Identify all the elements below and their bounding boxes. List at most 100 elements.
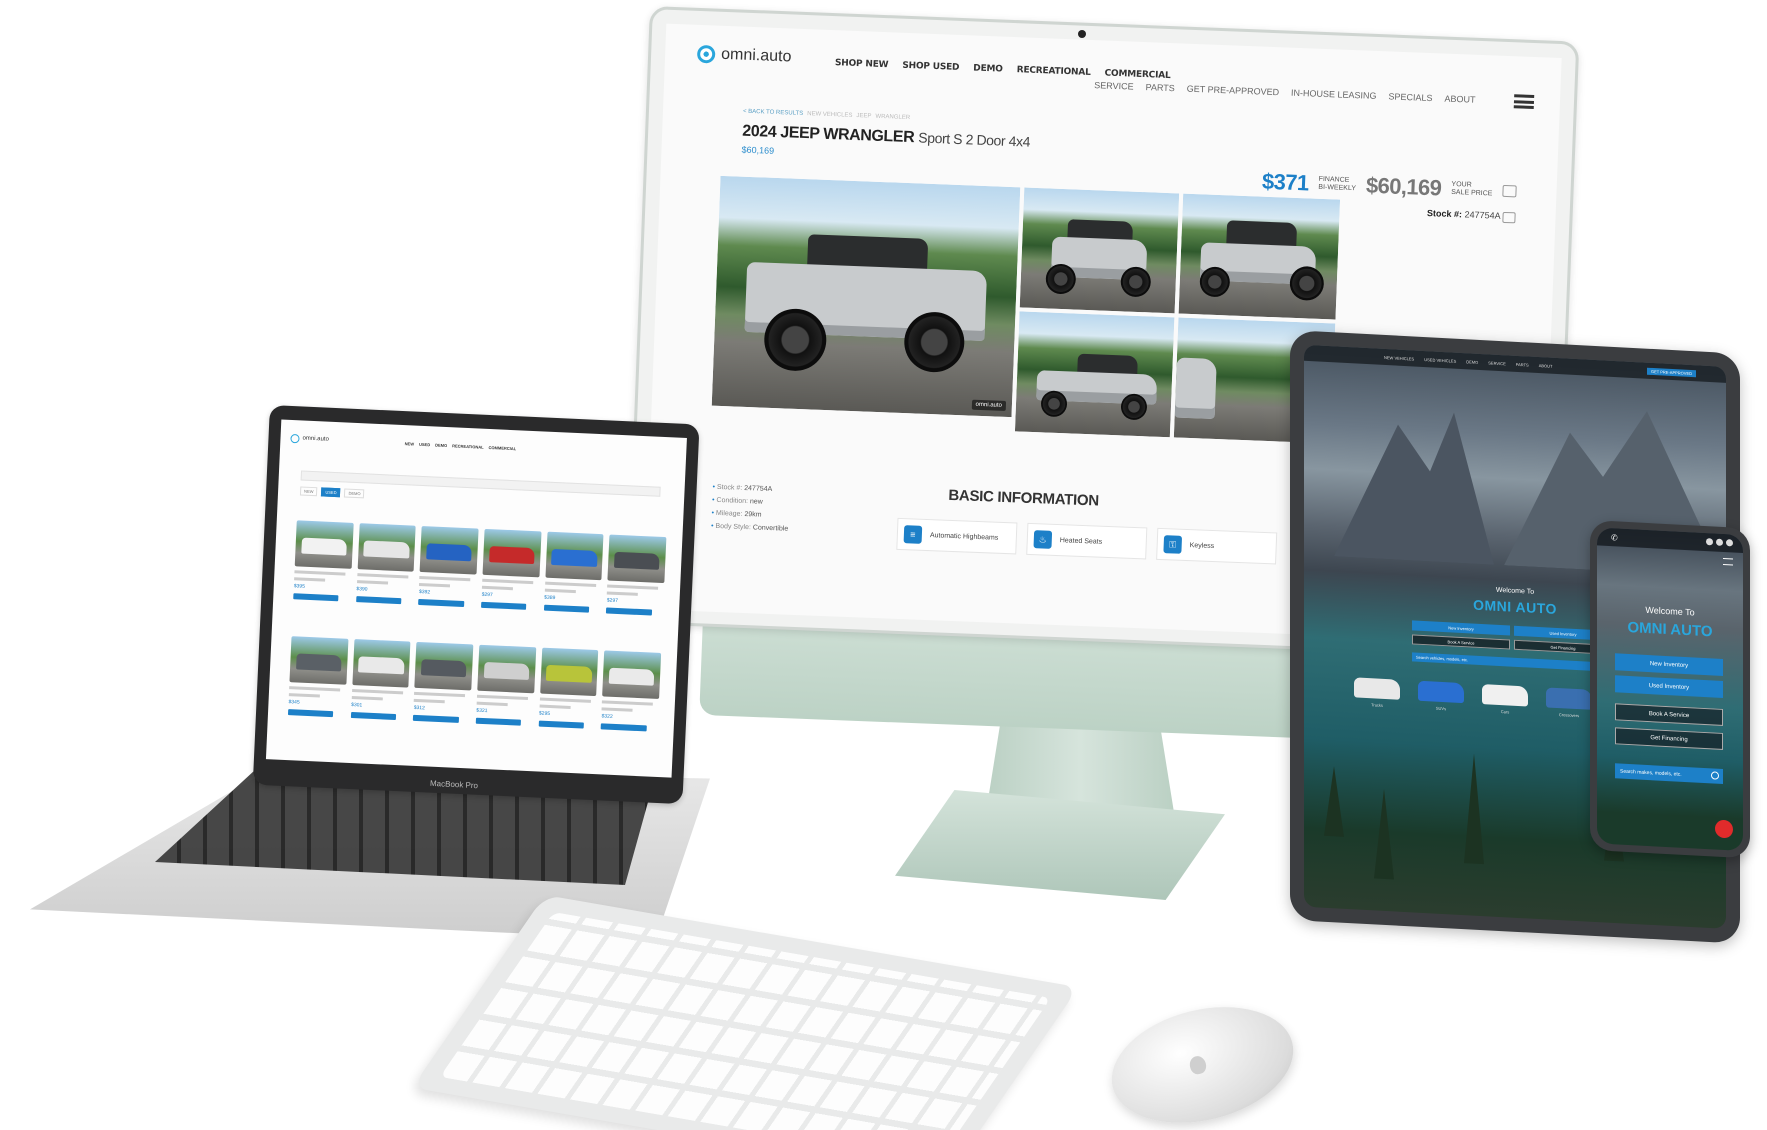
social-icon[interactable] xyxy=(1726,539,1733,547)
laptop-nav-demo[interactable]: DEMO xyxy=(435,442,447,448)
site-logo[interactable]: omni.auto xyxy=(696,44,792,67)
inventory-card-photo[interactable] xyxy=(419,526,479,575)
card-view-button[interactable] xyxy=(418,598,464,607)
card-view-button[interactable] xyxy=(350,711,397,721)
card-view-button[interactable] xyxy=(606,607,652,616)
inventory-card-photo[interactable] xyxy=(602,650,662,699)
tablet-search-input[interactable]: Search vehicles, models, etc. xyxy=(1412,652,1612,672)
inventory-card-photo[interactable] xyxy=(294,520,354,569)
card-view-button[interactable] xyxy=(287,709,334,718)
inventory-card-photo[interactable] xyxy=(352,639,411,688)
vehicle-type-crossovers[interactable]: Crossovers xyxy=(1546,687,1592,718)
nav-service[interactable]: SERVICE xyxy=(1094,80,1134,92)
nav-about[interactable]: ABOUT xyxy=(1444,94,1475,105)
inventory-card[interactable]: $295 xyxy=(537,647,599,760)
laptop-logo[interactable]: omni.auto xyxy=(290,433,329,444)
nav-shop-new[interactable]: SHOP NEW xyxy=(835,58,889,70)
inventory-card[interactable]: $322 xyxy=(600,650,662,762)
gallery-thumb-side[interactable] xyxy=(1014,311,1175,438)
gallery-main-photo[interactable]: omni.auto xyxy=(711,175,1021,418)
laptop-nav-used[interactable]: USED xyxy=(419,441,430,446)
nav-get-pre-approved[interactable]: GET PRE-APPROVED xyxy=(1187,84,1280,98)
phone-hamburger-icon[interactable] xyxy=(1723,557,1733,566)
phone-book-service-button[interactable]: Book A Service xyxy=(1615,703,1723,726)
inventory-card[interactable]: $392 xyxy=(417,526,479,638)
tablet-nav-parts[interactable]: PARTS xyxy=(1516,361,1529,367)
inventory-card[interactable]: $389 xyxy=(542,531,604,644)
print-icon[interactable] xyxy=(1502,211,1516,224)
laptop-nav-recreational[interactable]: RECREATIONAL xyxy=(452,443,484,449)
card-view-button[interactable] xyxy=(600,723,647,732)
tablet-cta-button[interactable]: GET PRE-APPROVED xyxy=(1646,367,1696,377)
social-icon[interactable] xyxy=(1706,538,1713,546)
chat-bubble-icon[interactable] xyxy=(1715,819,1733,839)
inventory-card-photo[interactable] xyxy=(289,636,349,685)
phone-used-inventory-button[interactable]: Used Inventory xyxy=(1615,675,1723,698)
inventory-card-photo[interactable] xyxy=(545,531,604,581)
inventory-card[interactable]: $345 xyxy=(287,636,349,748)
breadcrumb-jeep[interactable]: JEEP xyxy=(856,113,871,120)
inventory-card-photo[interactable] xyxy=(477,644,536,694)
nav-in-house-leasing[interactable]: IN-HOUSE LEASING xyxy=(1291,88,1377,101)
card-title-line xyxy=(351,689,403,695)
phone-call-icon[interactable]: ✆ xyxy=(1611,533,1618,542)
inventory-card-photo[interactable] xyxy=(357,523,417,572)
laptop-nav-commercial[interactable]: COMMERCIAL xyxy=(489,444,517,450)
vehicle-type-cars[interactable]: Cars xyxy=(1482,684,1528,714)
laptop-nav-new[interactable]: NEW xyxy=(405,441,415,446)
tablet-nav-service[interactable]: SERVICE xyxy=(1488,360,1506,366)
card-view-button[interactable] xyxy=(538,720,584,729)
tablet-nav-used[interactable]: USED VEHICLES xyxy=(1424,357,1456,364)
keyboard-keys xyxy=(439,911,1052,1130)
inventory-card[interactable]: $301 xyxy=(349,639,411,751)
card-view-button[interactable] xyxy=(543,604,590,613)
gallery-thumb-rear[interactable] xyxy=(1178,193,1341,320)
inventory-card[interactable]: $297 xyxy=(480,528,542,641)
tablet-nav-demo[interactable]: DEMO xyxy=(1466,359,1478,365)
stock-number: Stock #: 247754A xyxy=(1427,208,1501,221)
search-icon[interactable] xyxy=(1711,771,1719,780)
phone-new-inventory-button[interactable]: New Inventory xyxy=(1615,653,1723,676)
laptop-nav: NEW USED DEMO RECREATIONAL COMMERCIAL xyxy=(405,441,517,451)
inventory-card-photo[interactable] xyxy=(607,534,667,584)
card-view-button[interactable] xyxy=(475,717,522,726)
tablet-nav-about[interactable]: ABOUT xyxy=(1539,363,1553,369)
inventory-card-photo[interactable] xyxy=(414,641,474,691)
tablet-book-service-button[interactable]: Book A Service xyxy=(1412,634,1510,650)
phone-search-input[interactable]: Search makes, models, etc. xyxy=(1615,763,1723,784)
inventory-card[interactable]: $390 xyxy=(354,523,417,635)
nav-specials[interactable]: SPECIALS xyxy=(1388,91,1432,103)
card-view-button[interactable] xyxy=(293,593,339,602)
gallery-thumb-front[interactable] xyxy=(1019,187,1180,314)
inventory-card-photo[interactable] xyxy=(482,528,542,578)
nav-parts[interactable]: PARTS xyxy=(1145,82,1175,93)
back-to-results-link[interactable]: < BACK TO RESULTS xyxy=(743,109,803,117)
vehicle-title-trim: Sport S 2 Door 4x4 xyxy=(918,129,1031,150)
card-view-button[interactable] xyxy=(481,601,527,610)
vehicle-type-trucks[interactable]: Trucks xyxy=(1354,677,1400,708)
hamburger-menu-icon[interactable] xyxy=(1513,94,1535,109)
phone-get-financing-button[interactable]: Get Financing xyxy=(1615,727,1723,750)
filter-demo[interactable]: DEMO xyxy=(344,488,365,499)
filter-new[interactable]: NEW xyxy=(299,486,318,497)
inventory-card[interactable]: $321 xyxy=(474,644,536,757)
inventory-card-photo[interactable] xyxy=(539,647,599,697)
nav-recreational[interactable]: RECREATIONAL xyxy=(1016,65,1090,78)
inventory-card[interactable]: $297 xyxy=(605,534,667,647)
nav-demo[interactable]: DEMO xyxy=(973,63,1003,74)
nav-commercial[interactable]: COMMERCIAL xyxy=(1104,69,1170,82)
tablet-nav-new[interactable]: NEW VEHICLES xyxy=(1384,354,1414,361)
vehicle-type-suvs[interactable]: SUVs xyxy=(1418,680,1464,711)
social-icon[interactable] xyxy=(1716,538,1723,546)
breadcrumb-new-vehicles[interactable]: NEW VEHICLES xyxy=(807,111,853,119)
inventory-card[interactable]: $312 xyxy=(412,641,474,754)
inventory-card[interactable]: $395 xyxy=(292,520,354,632)
card-view-button[interactable] xyxy=(413,714,459,723)
tablet-new-inventory-button[interactable]: New Inventory xyxy=(1412,620,1510,636)
laptop-site-header: omni.auto NEW USED DEMO RECREATIONAL COM… xyxy=(290,428,681,466)
breadcrumb-wrangler[interactable]: WRANGLER xyxy=(875,114,910,121)
filter-used[interactable]: USED xyxy=(321,487,341,498)
share-icon[interactable] xyxy=(1502,184,1517,198)
card-view-button[interactable] xyxy=(355,596,402,605)
nav-shop-used[interactable]: SHOP USED xyxy=(902,61,959,73)
